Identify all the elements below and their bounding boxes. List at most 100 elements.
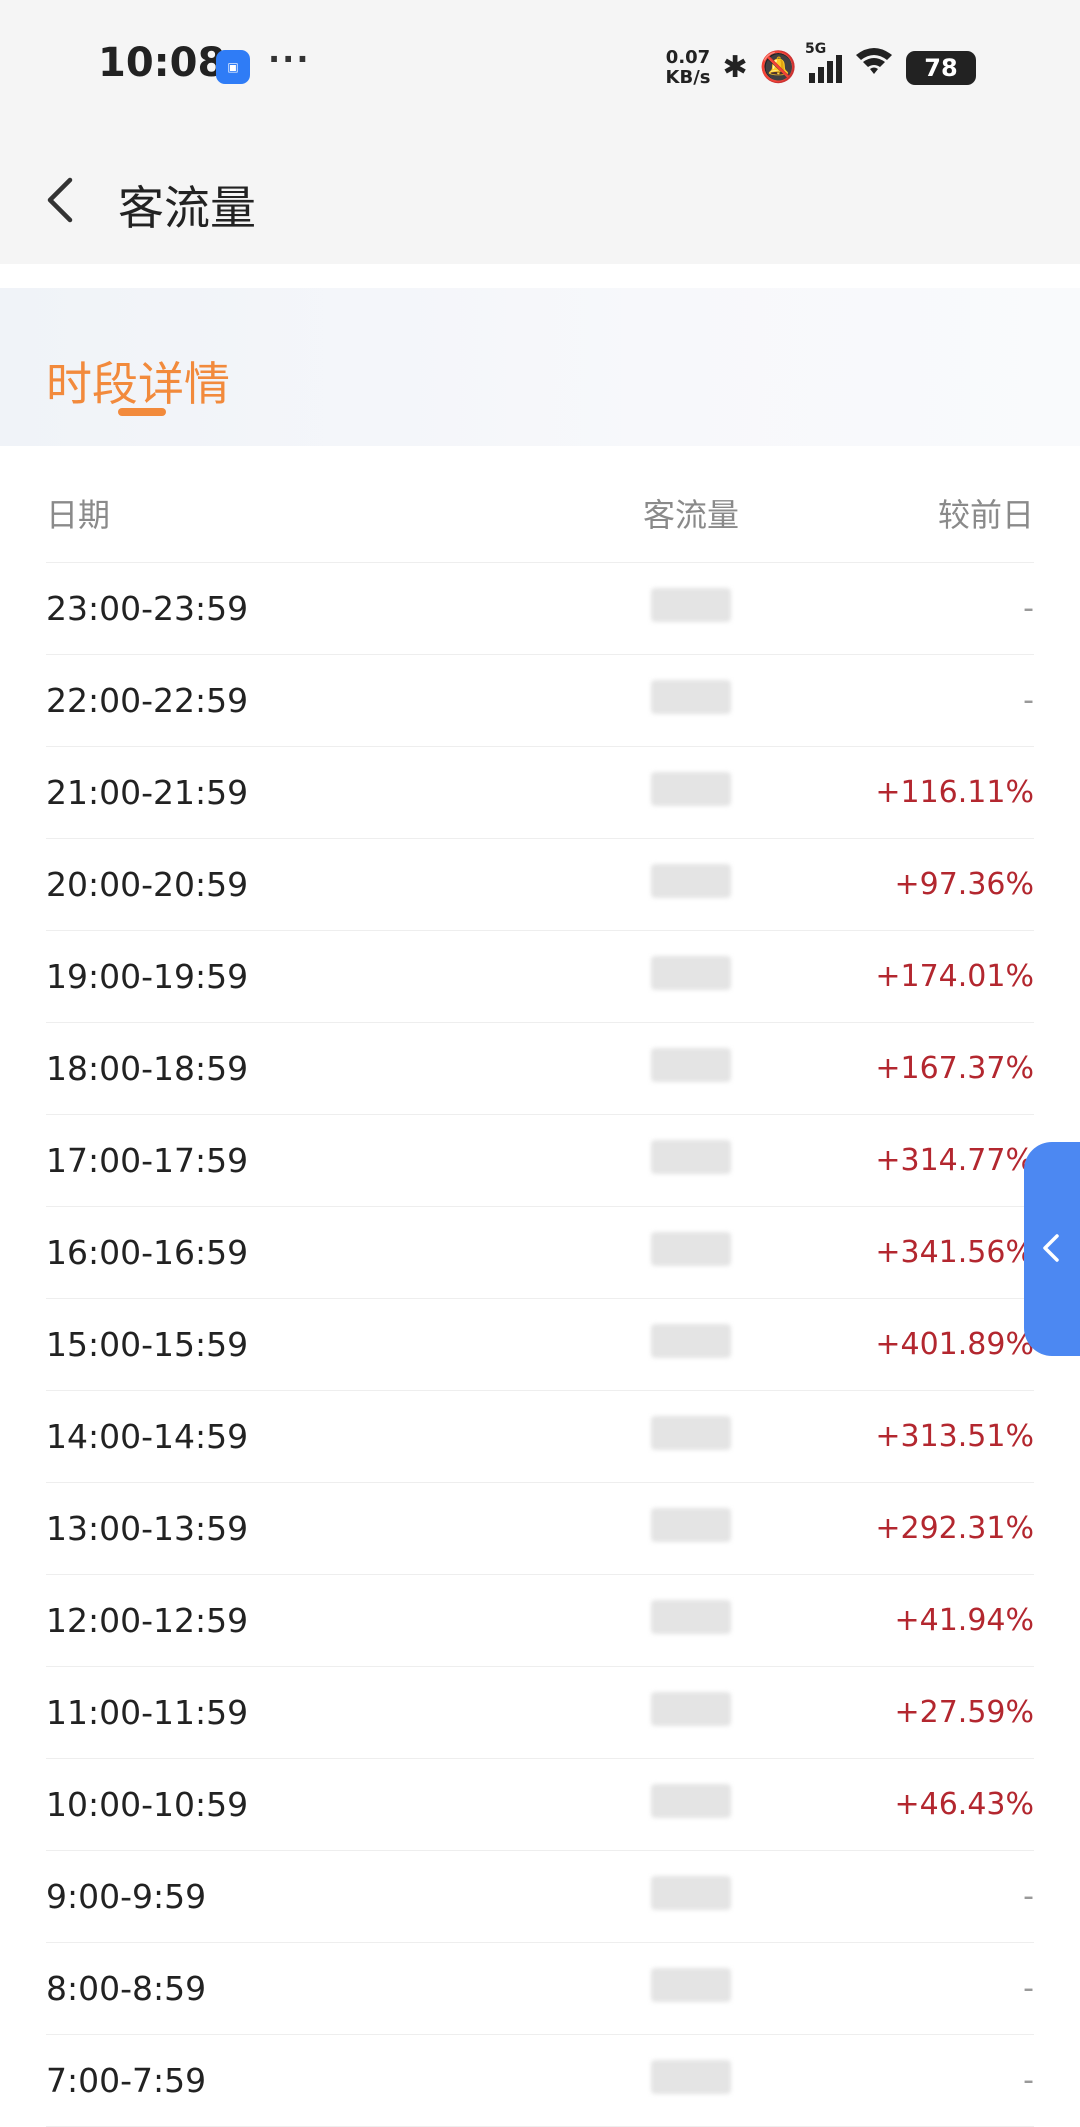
- period-label: 23:00-23:59: [46, 589, 249, 628]
- redacted-value: [651, 1783, 731, 1818]
- table-row: 18:00-18:59 +167.37%: [46, 1023, 1034, 1115]
- tab-bar: 时段详情: [0, 288, 1080, 446]
- table-row: 8:00-8:59 -: [46, 1943, 1034, 2035]
- traffic-value: [566, 771, 816, 814]
- table-row: 22:00-22:59 -: [46, 655, 1034, 747]
- period-label: 17:00-17:59: [46, 1141, 249, 1180]
- traffic-value: [566, 679, 816, 722]
- redacted-value: [651, 587, 731, 622]
- change-value: +41.94%: [894, 1603, 1034, 1638]
- period-label: 16:00-16:59: [46, 1233, 249, 1272]
- table-row: 16:00-16:59 +341.56%: [46, 1207, 1034, 1299]
- change-value: -: [1023, 1971, 1034, 2006]
- table-row: 9:00-9:59 -: [46, 1851, 1034, 1943]
- traffic-value: [566, 1599, 816, 1642]
- redacted-value: [651, 1875, 731, 1910]
- redacted-value: [651, 1967, 731, 2002]
- table-row: 11:00-11:59 +27.59%: [46, 1667, 1034, 1759]
- change-value: +341.56%: [875, 1235, 1034, 1270]
- status-icons: 0.07 KB/s ✱ 🔕 5G 78: [666, 41, 976, 92]
- period-label: 15:00-15:59: [46, 1325, 249, 1364]
- column-header-change: 较前日: [937, 496, 1034, 534]
- traffic-value: [566, 1783, 816, 1826]
- page-header: 客流量: [0, 136, 1080, 264]
- network-speed-unit: KB/s: [665, 67, 711, 88]
- redacted-value: [651, 1231, 731, 1266]
- bluetooth-icon: ✱: [722, 50, 748, 85]
- traffic-value: [566, 1047, 816, 1090]
- table-row: 7:00-7:59 -: [46, 2035, 1034, 2127]
- table-header: 日期 客流量 较前日: [46, 464, 1034, 563]
- period-label: 21:00-21:59: [46, 773, 249, 812]
- redacted-value: [651, 771, 731, 806]
- battery-icon: 78: [906, 51, 976, 85]
- period-label: 14:00-14:59: [46, 1417, 249, 1456]
- table-row: 14:00-14:59 +313.51%: [46, 1391, 1034, 1483]
- wifi-icon: [854, 44, 894, 92]
- redacted-value: [651, 1507, 731, 1542]
- traffic-value: [566, 1875, 816, 1918]
- table-row: 12:00-12:59 +41.94%: [46, 1575, 1034, 1667]
- redacted-value: [651, 679, 731, 714]
- change-value: +292.31%: [875, 1511, 1034, 1546]
- traffic-value: [566, 587, 816, 630]
- side-panel-handle[interactable]: [1024, 1142, 1080, 1356]
- table-row: 19:00-19:59 +174.01%: [46, 931, 1034, 1023]
- network-speed: 0.07 KB/s: [666, 48, 711, 88]
- table-row: 20:00-20:59 +97.36%: [46, 839, 1034, 931]
- period-label: 19:00-19:59: [46, 957, 249, 996]
- change-value: -: [1023, 2063, 1034, 2098]
- period-label: 22:00-22:59: [46, 681, 249, 720]
- traffic-value: [566, 1323, 816, 1366]
- redacted-value: [651, 863, 731, 898]
- traffic-value: [566, 2059, 816, 2102]
- page-title: 客流量: [118, 181, 256, 235]
- change-value: +167.37%: [875, 1051, 1034, 1086]
- period-label: 18:00-18:59: [46, 1049, 249, 1088]
- change-value: +27.59%: [894, 1695, 1034, 1730]
- redacted-value: [651, 955, 731, 990]
- network-type: 5G: [805, 41, 827, 57]
- signal-icon: 5G: [805, 41, 842, 83]
- status-time: 10:08: [98, 40, 226, 86]
- traffic-value: [566, 863, 816, 906]
- period-table: 日期 客流量 较前日 23:00-23:59 - 22:00-22:59 - 21:00…: [46, 464, 1034, 2127]
- table-row: 15:00-15:59 +401.89%: [46, 1299, 1034, 1391]
- period-label: 20:00-20:59: [46, 865, 249, 904]
- app-notification-icon: ▣: [216, 50, 250, 84]
- period-label: 7:00-7:59: [46, 2061, 207, 2100]
- traffic-value: [566, 955, 816, 998]
- period-label: 9:00-9:59: [46, 1877, 207, 1916]
- tab-period-details[interactable]: 时段详情: [46, 348, 230, 414]
- back-button[interactable]: [36, 158, 96, 242]
- period-label: 12:00-12:59: [46, 1601, 249, 1640]
- period-label: 13:00-13:59: [46, 1509, 249, 1548]
- change-value: +116.11%: [875, 775, 1034, 810]
- tab-active-indicator: [118, 408, 166, 416]
- table-row: 23:00-23:59 -: [46, 563, 1034, 655]
- change-value: +314.77%: [875, 1143, 1034, 1178]
- redacted-value: [651, 2059, 731, 2094]
- redacted-value: [651, 1139, 731, 1174]
- change-value: -: [1023, 683, 1034, 718]
- redacted-value: [651, 1599, 731, 1634]
- mute-icon: 🔕: [759, 50, 797, 85]
- redacted-value: [651, 1691, 731, 1726]
- change-value: +46.43%: [894, 1787, 1034, 1822]
- traffic-value: [566, 1139, 816, 1182]
- change-value: -: [1023, 591, 1034, 626]
- table-body: 23:00-23:59 - 22:00-22:59 - 21:00-21:59 +116.…: [46, 563, 1034, 2127]
- chevron-left-icon: [1043, 1234, 1059, 1262]
- change-value: +313.51%: [875, 1419, 1034, 1454]
- table-row: 10:00-10:59 +46.43%: [46, 1759, 1034, 1851]
- period-label: 8:00-8:59: [46, 1969, 207, 2008]
- traffic-value: [566, 1507, 816, 1550]
- column-header-traffic: 客流量: [642, 496, 739, 534]
- change-value: +174.01%: [875, 959, 1034, 994]
- traffic-value: [566, 1415, 816, 1458]
- traffic-value: [566, 1691, 816, 1734]
- change-value: +401.89%: [875, 1327, 1034, 1362]
- redacted-value: [651, 1415, 731, 1450]
- redacted-value: [651, 1047, 731, 1082]
- table-row: 17:00-17:59 +314.77%: [46, 1115, 1034, 1207]
